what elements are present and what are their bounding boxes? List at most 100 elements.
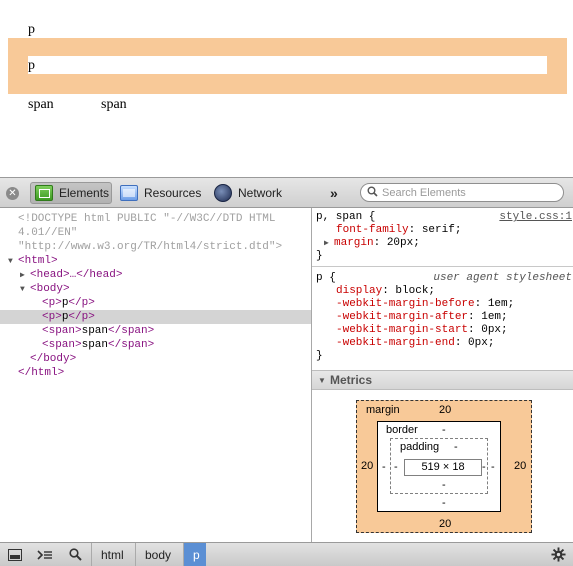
collapsed-triangle-icon[interactable]: ▶ [20, 269, 30, 283]
settings-gear-icon[interactable] [547, 546, 569, 563]
tab-elements-label: Elements [59, 186, 110, 200]
dom-node-head[interactable]: ▶ <head>…</head> [0, 268, 311, 282]
paragraph-2-highlight: p [8, 38, 567, 94]
dom-node-p1[interactable]: <p>p</p> [0, 296, 311, 310]
tab-resources-label: Resources [144, 186, 202, 200]
p1-close-tag: </p> [68, 297, 95, 309]
tab-network-label: Network [238, 186, 283, 200]
rule-1-prop-font-family[interactable]: font-family: serif; [316, 224, 572, 237]
doctype-line[interactable]: <!DOCTYPE html PUBLIC "-//W3C//DTD HTML [0, 212, 311, 226]
rule-2-close: } [316, 350, 323, 362]
breadcrumb-html[interactable]: html [91, 543, 133, 566]
doctype-line-3: "http://www.w3.org/TR/html4/strict.dtd"> [0, 240, 311, 254]
span-1: span [28, 97, 54, 112]
span2-text: span [81, 339, 109, 351]
html-close-tag: </html> [18, 367, 65, 379]
margin-left-value[interactable]: 20 [361, 460, 373, 473]
border-left-value[interactable]: - [382, 461, 386, 474]
dom-node-span1[interactable]: <span>span</span> [0, 324, 311, 338]
border-right-value[interactable]: - [491, 461, 495, 474]
expanded-triangle-icon[interactable]: ▼ [8, 255, 18, 269]
padding-right-value[interactable]: - [482, 461, 486, 474]
metrics-section-header[interactable]: ▼ Metrics [312, 370, 573, 390]
breadcrumb-body[interactable]: body [135, 543, 180, 566]
border-top-value[interactable]: - [442, 424, 446, 437]
dom-node-body-close[interactable]: </body> [0, 352, 311, 366]
p2-open-tag: <p> [42, 311, 62, 323]
dock-toggle-icon[interactable] [4, 546, 26, 563]
border-label: border [386, 424, 418, 436]
box-model-padding[interactable]: padding - - - - 519 × 18 [390, 438, 488, 494]
body-open-tag: <body> [30, 283, 70, 295]
span1-close-tag: </span> [108, 325, 155, 337]
prop-value: block; [395, 285, 436, 297]
content-size-value: 519 × 18 [421, 461, 465, 473]
prop-name: -webkit-margin-after [336, 311, 469, 323]
expanded-triangle-icon[interactable]: ▼ [318, 374, 328, 387]
rule-1-close: } [316, 250, 323, 262]
doctype-line-2: 4.01//EN" [0, 226, 311, 240]
rule-2-prop-display[interactable]: display: block; [316, 285, 572, 298]
margin-right-value[interactable]: 20 [514, 460, 526, 473]
dom-node-body[interactable]: ▼ <body> [0, 282, 311, 296]
doctype-text-1: <!DOCTYPE html PUBLIC "-//W3C//DTD HTML [18, 213, 276, 225]
prop-name: -webkit-margin-before [336, 298, 475, 310]
rule-2-prop-margin-before[interactable]: -webkit-margin-before: 1em; [316, 298, 572, 311]
span1-text: span [81, 325, 109, 337]
dom-tree-panel: <!DOCTYPE html PUBLIC "-//W3C//DTD HTML … [0, 208, 311, 542]
body-close-tag: </body> [30, 353, 77, 365]
prop-value: 0px; [481, 324, 508, 336]
inspector-bottom-bar: html body p [0, 542, 573, 566]
search-field[interactable] [360, 183, 564, 202]
style-rule-2: p { user agent stylesheet display: block… [316, 272, 572, 363]
rule-2-source: user agent stylesheet [433, 272, 572, 284]
inspect-search-icon[interactable] [64, 546, 86, 563]
prop-value: 1em; [481, 311, 508, 323]
rule-2-prop-margin-after[interactable]: -webkit-margin-after: 1em; [316, 311, 572, 324]
prop-value: 1em; [487, 298, 515, 310]
span2-open-tag: <span> [42, 339, 82, 351]
padding-left-value[interactable]: - [394, 461, 398, 474]
close-icon[interactable]: ✕ [6, 187, 19, 200]
html-open-tag: <html> [18, 255, 58, 267]
padding-label: padding [400, 441, 440, 453]
padding-bottom-value[interactable]: - [442, 479, 446, 492]
rule-divider [312, 266, 573, 267]
rule-2-prop-margin-start[interactable]: -webkit-margin-start: 0px; [316, 324, 572, 337]
console-icon[interactable] [34, 546, 56, 563]
box-model-margin[interactable]: margin 20 20 20 20 border - - - - paddin… [356, 400, 532, 533]
span1-open-tag: <span> [42, 325, 82, 337]
prop-value: serif; [421, 224, 462, 236]
margin-bottom-value[interactable]: 20 [439, 518, 451, 531]
prop-name: -webkit-margin-start [336, 324, 469, 336]
paragraph-1: p [28, 22, 35, 37]
margin-top-value[interactable]: 20 [439, 404, 451, 417]
search-input[interactable] [382, 186, 552, 199]
border-bottom-value[interactable]: - [442, 497, 446, 510]
inspector-toolbar: ✕ Elements Resources Network » [0, 177, 573, 208]
box-model-content[interactable]: 519 × 18 [404, 459, 482, 476]
collapsed-triangle-icon[interactable]: ▶ [324, 237, 334, 250]
prop-name: margin [334, 237, 374, 249]
prop-name: font-family [336, 224, 409, 236]
padding-top-value[interactable]: - [454, 441, 458, 454]
styles-sidebar: p, span { style.css:1 font-family: serif… [311, 208, 573, 542]
rule-1-prop-margin[interactable]: ▶ margin: 20px; [316, 237, 572, 250]
tab-network[interactable]: Network [214, 182, 282, 204]
tab-elements[interactable]: Elements [30, 182, 112, 204]
breadcrumb-p[interactable]: p [183, 543, 206, 566]
tab-resources[interactable]: Resources [120, 182, 201, 204]
dom-node-html[interactable]: ▼ <html> [0, 254, 311, 268]
rule-2-prop-margin-end[interactable]: -webkit-margin-end: 0px; [316, 337, 572, 350]
expanded-triangle-icon[interactable]: ▼ [20, 283, 30, 297]
dom-node-span2[interactable]: <span>span</span> [0, 338, 311, 352]
more-panels-chevron-icon[interactable]: » [330, 182, 338, 204]
network-icon [214, 184, 232, 202]
prop-value: 20px; [386, 237, 420, 249]
dom-node-html-close[interactable]: </html> [0, 366, 311, 380]
rule-1-source-link[interactable]: style.css:1 [499, 211, 572, 224]
dom-node-p2-selected[interactable]: <p>p</p> [0, 310, 311, 324]
box-model-border[interactable]: border - - - - padding - - - - 519 × 18 [377, 421, 501, 512]
resources-icon [120, 185, 138, 201]
doctype-text-3: "http://www.w3.org/TR/html4/strict.dtd"> [18, 241, 283, 253]
